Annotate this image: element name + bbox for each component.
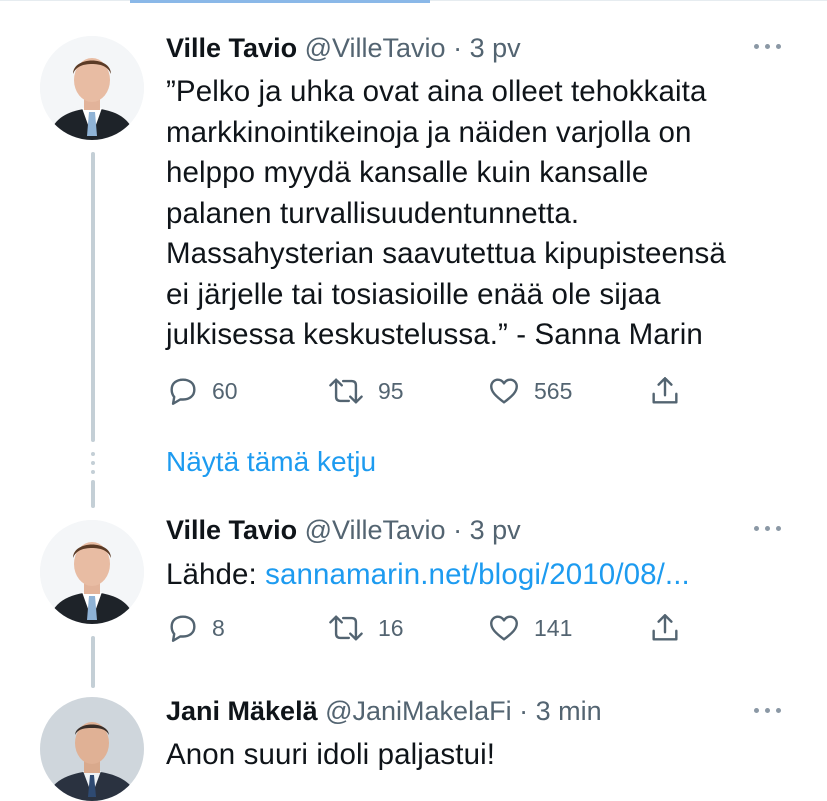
share-icon	[652, 377, 678, 404]
tweet-actions: 8 16 141	[166, 611, 706, 645]
thread-line	[91, 636, 95, 688]
thread-line	[91, 152, 95, 442]
more-icon[interactable]	[752, 36, 786, 56]
avatar[interactable]	[40, 520, 144, 624]
like-count: 565	[534, 377, 573, 404]
author-handle[interactable]: @VilleTavio	[305, 515, 446, 545]
avatar-photo	[40, 520, 144, 624]
author-handle[interactable]: @VilleTavio	[305, 33, 446, 63]
more-icon[interactable]	[752, 700, 786, 720]
text-prefix: Lähde:	[166, 558, 266, 591]
share-button[interactable]	[648, 374, 694, 408]
like-count: 141	[534, 614, 573, 641]
thread-line	[91, 480, 95, 508]
reply-count: 8	[212, 614, 225, 641]
avatar[interactable]	[40, 697, 144, 801]
like-button[interactable]: 565	[486, 374, 572, 408]
tweet-text: ”Pelko ja uhka ovat aina olleet tehokkai…	[166, 75, 726, 351]
show-thread-link[interactable]: Näytä tämä ketju	[166, 444, 376, 480]
source-link[interactable]: sannamarin.net/blogi/2010/08/...	[265, 558, 690, 591]
author-name[interactable]: Ville Tavio	[166, 33, 297, 63]
thread-dots	[91, 452, 95, 474]
timestamp[interactable]: · 3 pv	[453, 515, 521, 545]
author-handle[interactable]: @JaniMakelaFi	[325, 696, 511, 726]
retweet-count: 95	[378, 377, 404, 404]
retweet-button[interactable]: 95	[326, 374, 404, 408]
retweet-count: 16	[378, 614, 404, 641]
reply-icon	[170, 615, 196, 642]
reply-button[interactable]: 8	[166, 611, 225, 645]
reply-icon	[170, 378, 196, 405]
retweet-icon	[329, 615, 363, 641]
tweet-header: Jani Mäkelä @JaniMakelaFi · 3 min	[166, 694, 602, 728]
more-icon[interactable]	[752, 518, 786, 538]
like-button[interactable]: 141	[486, 611, 572, 645]
avatar-photo	[40, 697, 144, 801]
tweet-actions: 60 95 565	[166, 374, 706, 408]
tab-indicator	[130, 0, 430, 3]
retweet-button[interactable]: 16	[326, 611, 404, 645]
reply-count: 60	[212, 377, 238, 404]
author-name[interactable]: Ville Tavio	[166, 515, 297, 545]
avatar[interactable]	[40, 36, 144, 140]
timestamp[interactable]: · 3 min	[519, 696, 602, 726]
tweet-text: Anon suuri idoli paljastui!	[166, 738, 496, 771]
share-icon	[652, 614, 678, 641]
tweet-header: Ville Tavio @VilleTavio · 3 pv	[166, 31, 521, 65]
tweet-text: Lähde: sannamarin.net/blogi/2010/08/...	[166, 555, 806, 596]
tweet-header: Ville Tavio @VilleTavio · 3 pv	[166, 513, 521, 547]
author-name[interactable]: Jani Mäkelä	[166, 696, 318, 726]
heart-icon	[490, 615, 518, 641]
retweet-icon	[329, 378, 363, 404]
timestamp[interactable]: · 3 pv	[453, 33, 521, 63]
heart-icon	[490, 378, 518, 404]
reply-button[interactable]: 60	[166, 374, 238, 408]
avatar-photo	[40, 36, 144, 140]
share-button[interactable]	[648, 611, 694, 645]
